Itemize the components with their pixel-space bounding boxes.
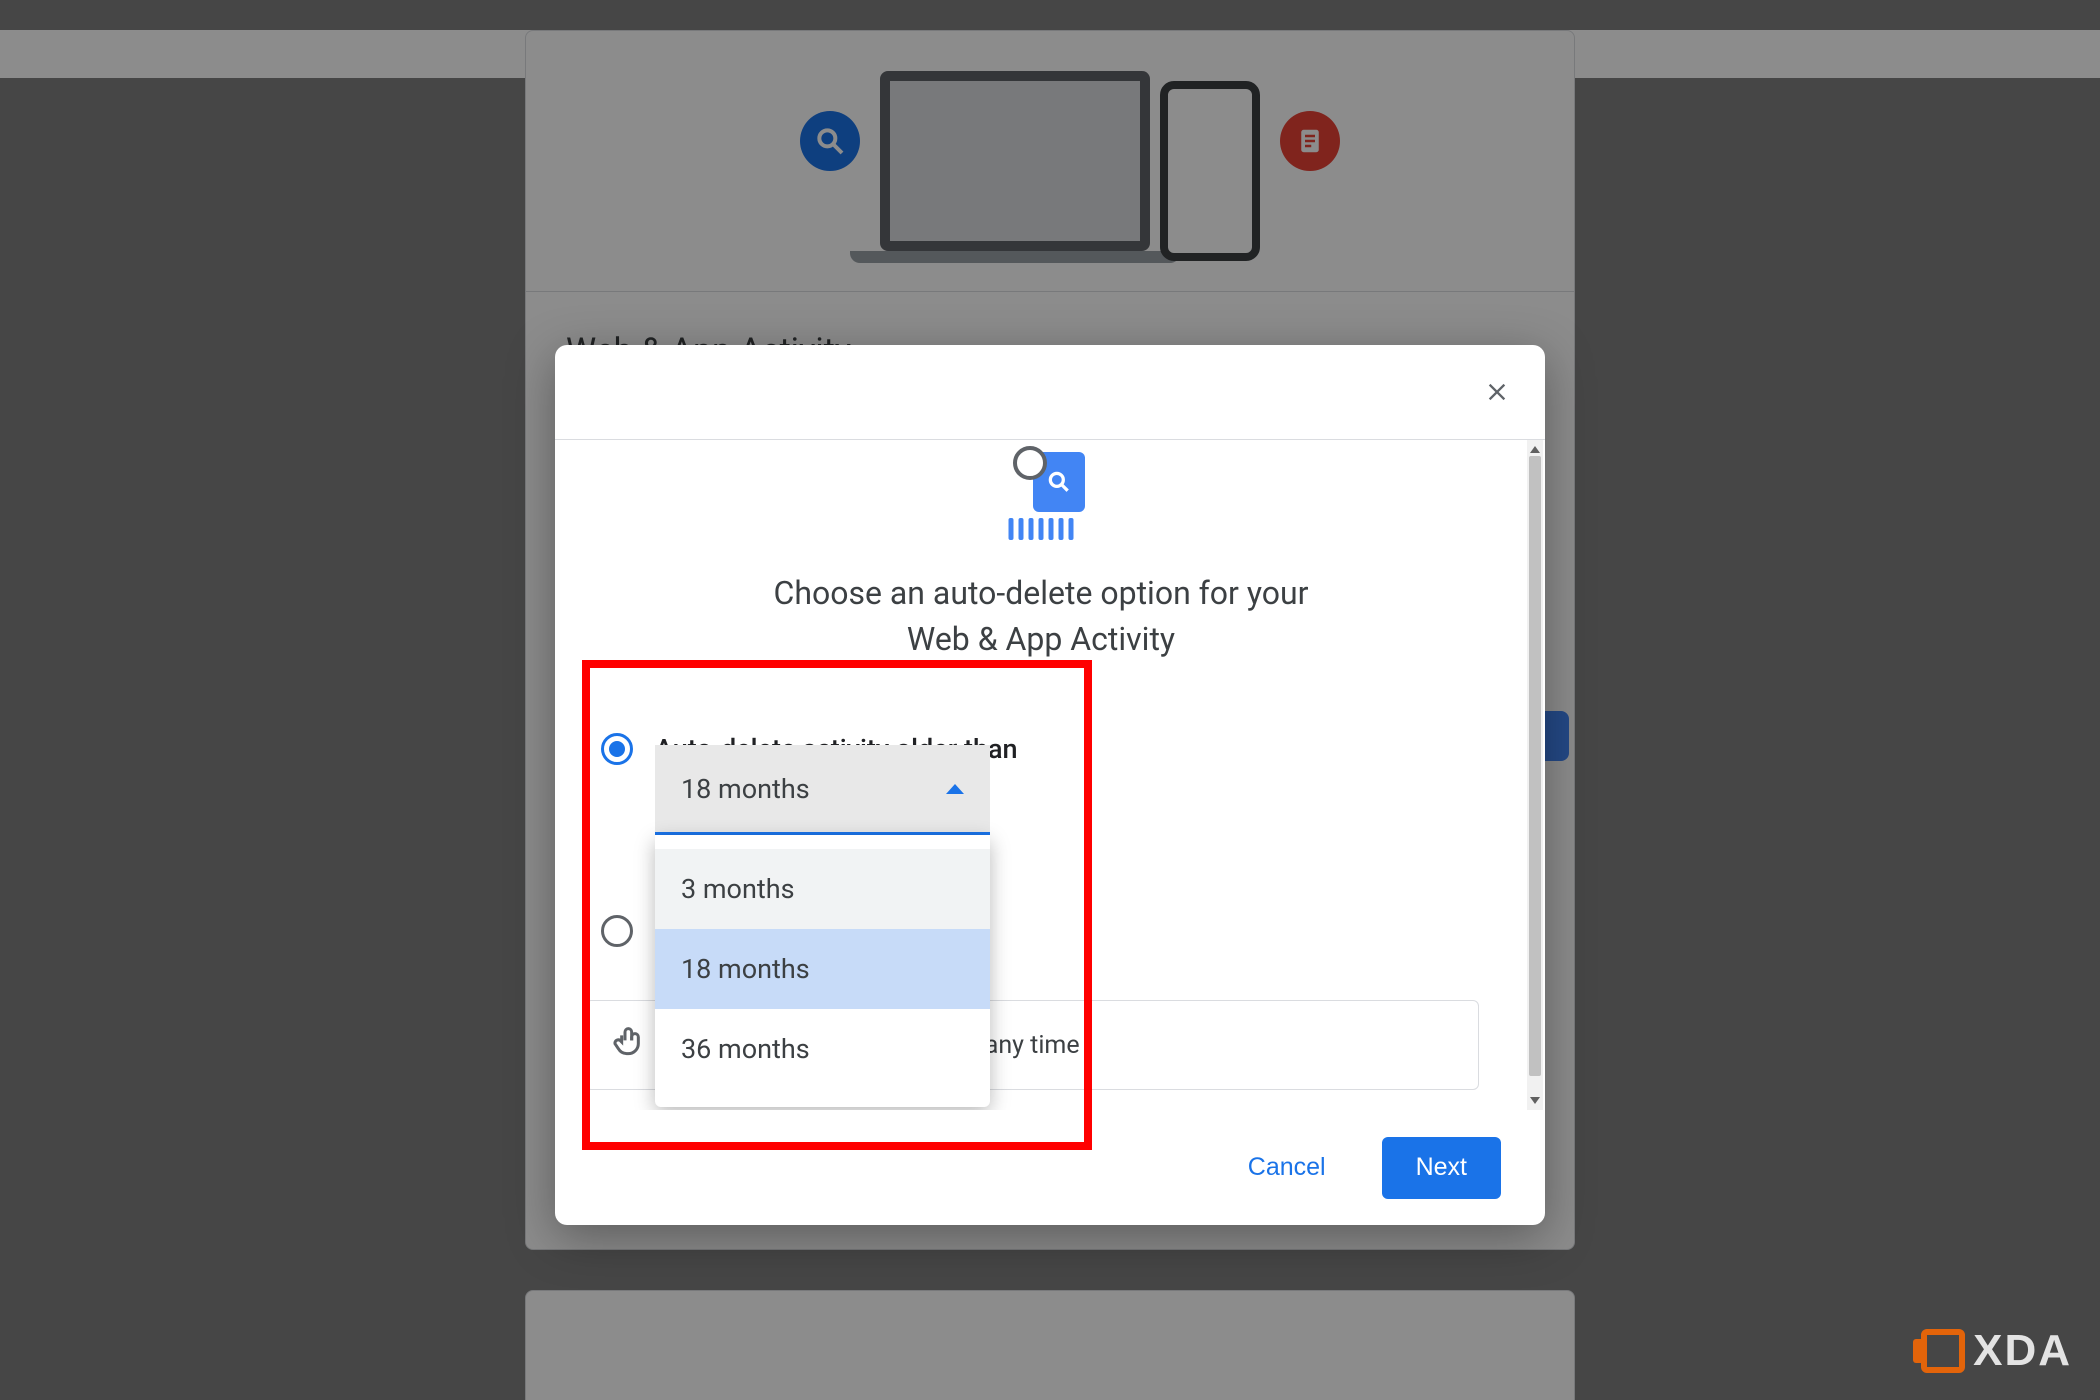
dialog-title-line2: Web & App Activity [907, 620, 1175, 658]
dialog-scroll-area: Choose an auto-delete option for your We… [555, 440, 1527, 1110]
scrollbar-thumb[interactable] [1529, 456, 1541, 1076]
duration-select-box[interactable]: 18 months [655, 745, 990, 835]
clock-icon [1013, 446, 1047, 480]
radio-selected-icon [601, 733, 633, 765]
duration-option-3-months[interactable]: 3 months [655, 849, 990, 929]
close-icon [1483, 378, 1511, 406]
dialog-footer: Cancel Next [555, 1110, 1545, 1225]
scroll-down-icon [1530, 1097, 1540, 1107]
auto-delete-dialog: Choose an auto-delete option for your We… [555, 345, 1545, 1225]
close-button[interactable] [1473, 368, 1521, 416]
xda-logo-icon [1921, 1329, 1965, 1373]
xda-watermark-text: XDA [1973, 1326, 2072, 1376]
shred-icon [1009, 518, 1074, 540]
duration-option-18-months[interactable]: 18 months [655, 929, 990, 1009]
hero-illustration [585, 446, 1497, 546]
duration-menu: 3 months 18 months 36 months [655, 835, 990, 1107]
dialog-header [555, 345, 1545, 440]
xda-watermark: XDA [1921, 1326, 2072, 1376]
next-button[interactable]: Next [1382, 1137, 1501, 1199]
dialog-body: Choose an auto-delete option for your We… [555, 440, 1545, 1110]
duration-select[interactable]: 18 months 3 months 18 months 36 months [655, 745, 990, 1107]
touch-icon [610, 1022, 650, 1069]
dialog-title-line1: Choose an auto-delete option for your [774, 574, 1309, 612]
duration-option-36-months[interactable]: 36 months [655, 1009, 990, 1089]
scrollbar[interactable] [1527, 440, 1543, 1110]
scroll-up-icon [1530, 443, 1540, 453]
radio-unselected-icon [601, 915, 633, 947]
cancel-button[interactable]: Cancel [1214, 1137, 1360, 1199]
dialog-title: Choose an auto-delete option for your We… [585, 570, 1497, 663]
duration-select-value: 18 months [681, 773, 810, 805]
caret-up-icon [946, 784, 964, 794]
